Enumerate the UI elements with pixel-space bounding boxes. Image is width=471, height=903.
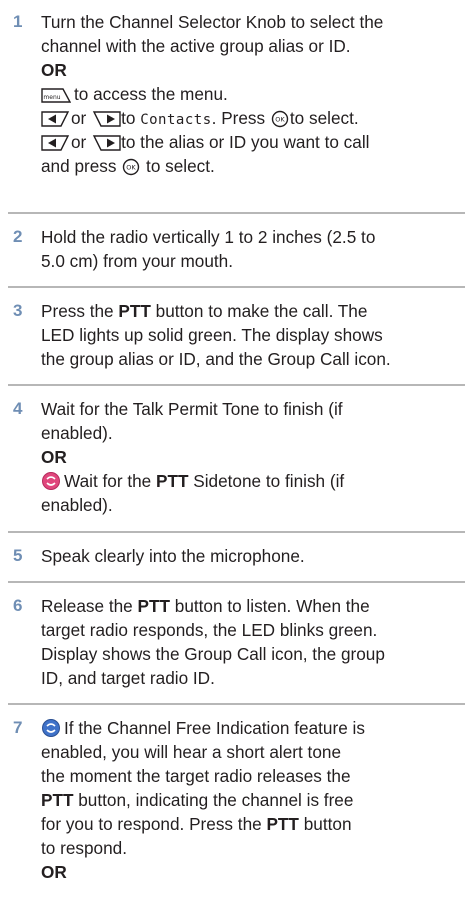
step-text: If the Channel Free Indication feature i… <box>41 716 465 740</box>
step-7: 7 If the Channel Free Indication feature… <box>0 705 471 903</box>
step-3: 3 Press the PTT button to make the call.… <box>0 288 471 382</box>
step-text: Speak clearly into the microphone. <box>41 546 305 566</box>
step-number: 6 <box>13 596 23 615</box>
step-number: 5 <box>13 546 23 565</box>
step-body: Turn the Channel Selector Knob to select… <box>41 10 465 178</box>
step-text: enabled). <box>41 423 113 443</box>
step-text: Turn the Channel Selector Knob to select… <box>41 12 384 32</box>
step-1: 1 Turn the Channel Selector Knob to sele… <box>0 0 471 209</box>
step-2: 2 Hold the radio vertically 1 to 2 inche… <box>0 214 471 284</box>
step-body: Hold the radio vertically 1 to 2 inches … <box>41 225 465 273</box>
menu-item-name: Contacts <box>140 112 212 128</box>
step-text: the moment the target radio releases the <box>41 766 351 786</box>
step-number: 1 <box>13 12 23 31</box>
step-number: 4 <box>13 399 23 418</box>
or-label: OR <box>41 60 67 80</box>
step-text: Hold the radio vertically 1 to 2 inches … <box>41 227 376 247</box>
or-label: OR <box>41 862 67 882</box>
step-text: ID, and target radio ID. <box>41 668 215 688</box>
step-text: Press the PTT button to make the call. T… <box>41 301 368 321</box>
step-body: If the Channel Free Indication feature i… <box>41 716 465 884</box>
step-text: enabled, you will hear a short alert ton… <box>41 742 342 762</box>
step-text: to access the menu. <box>74 84 228 104</box>
step-body: Wait for the Talk Permit Tone to finish … <box>41 397 465 517</box>
ok-key-icon: OK <box>121 158 141 182</box>
select-line: and press OK to select. <box>41 154 465 178</box>
step-text: PTT button, indicating the channel is fr… <box>41 790 354 810</box>
svg-text:OK: OK <box>275 116 285 124</box>
menu-line: menu to access the menu. <box>41 82 465 106</box>
step-5: 5 Speak clearly into the microphone. <box>0 533 471 579</box>
step-6: 6 Release the PTT button to listen. When… <box>0 583 471 701</box>
step-text: channel with the active group alias or I… <box>41 36 351 56</box>
step-body: Release the PTT button to listen. When t… <box>41 594 465 690</box>
svg-text:OK: OK <box>127 164 137 172</box>
step-text: Wait for the Talk Permit Tone to finish … <box>41 399 343 419</box>
step-text: Release the PTT button to listen. When t… <box>41 596 370 616</box>
svg-text:menu: menu <box>43 94 60 101</box>
navigate-line: or to Contacts. Press OK to select. <box>41 106 465 130</box>
step-text: to respond. <box>41 838 127 858</box>
step-text: the group alias or ID, and the Group Cal… <box>41 349 391 369</box>
step-text: Wait for the PTT Sidetone to finish (if <box>41 469 465 493</box>
or-label: OR <box>41 447 67 467</box>
step-number: 3 <box>13 301 23 320</box>
step-body: Speak clearly into the microphone. <box>41 544 465 568</box>
step-number: 7 <box>13 718 23 737</box>
step-body: Press the PTT button to make the call. T… <box>41 299 465 371</box>
step-text: enabled). <box>41 495 113 515</box>
step-text: Display shows the Group Call icon, the g… <box>41 644 385 664</box>
step-text: LED lights up solid green. The display s… <box>41 325 383 345</box>
step-text: target radio responds, the LED blinks gr… <box>41 620 378 640</box>
step-4: 4 Wait for the Talk Permit Tone to finis… <box>0 386 471 529</box>
step-text: 5.0 cm) from your mouth. <box>41 251 233 271</box>
step-number: 2 <box>13 227 23 246</box>
step-text: for you to respond. Press the PTT button <box>41 814 352 834</box>
navigate-line: or to the alias or ID you want to call <box>41 130 465 154</box>
